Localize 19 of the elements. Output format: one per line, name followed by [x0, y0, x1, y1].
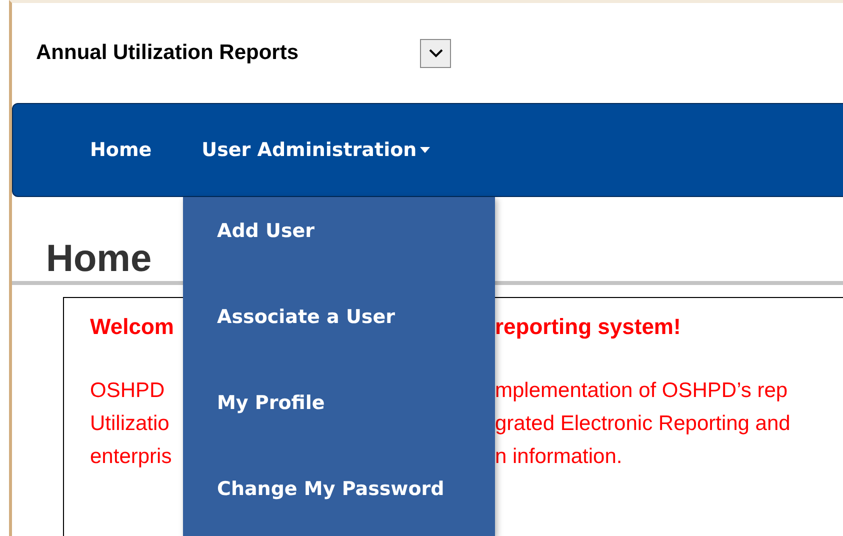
page-title: Home [46, 237, 152, 281]
menu-item[interactable]: Change My Password [217, 477, 495, 501]
body-text: grated Electronic Reporting and [495, 412, 792, 436]
dropdown-button[interactable] [420, 38, 451, 68]
body-text: n information. [495, 445, 624, 469]
body-text: Utilizatio [90, 412, 170, 436]
welcome-text: reporting system! [495, 314, 682, 340]
chevron-down-icon [428, 47, 444, 59]
menu-item[interactable]: Add User [217, 219, 495, 243]
nav-link[interactable]: Home [90, 139, 152, 161]
body-text: OSHPD [90, 379, 166, 403]
body-text: enterpris [90, 445, 173, 469]
body-text: mplementation of OSHPD’s rep [495, 379, 789, 403]
report-label: Annual Utilization Reports [36, 41, 300, 65]
menu-item[interactable]: My Profile [217, 391, 495, 415]
nav-dropdown[interactable]: User Administration [202, 139, 430, 161]
menu-item[interactable]: Associate a User [217, 305, 495, 329]
welcome-text: Welcom [90, 314, 175, 340]
caret-icon [420, 147, 430, 153]
